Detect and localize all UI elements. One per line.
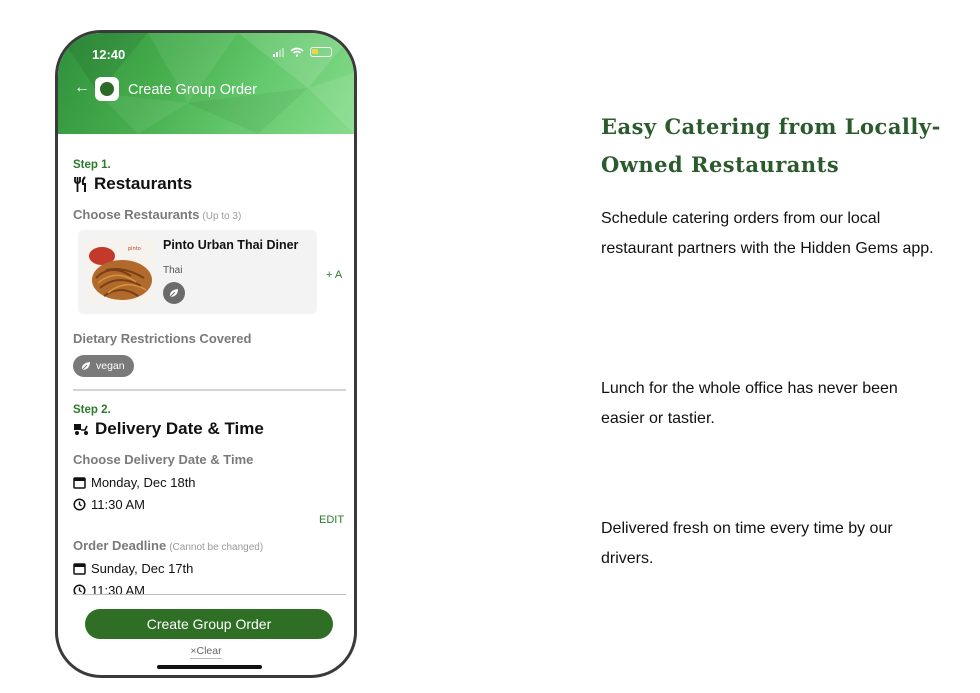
close-icon: × bbox=[190, 645, 197, 659]
section-divider bbox=[73, 389, 346, 391]
wifi-icon bbox=[290, 47, 304, 57]
battery-icon bbox=[310, 47, 332, 57]
utensils-icon bbox=[74, 175, 86, 192]
marketing-paragraph-1: Schedule catering orders from our local … bbox=[601, 210, 934, 257]
footer-divider bbox=[73, 594, 346, 595]
clear-button[interactable]: ×Clear bbox=[58, 645, 354, 659]
step2-label: Step 2. bbox=[73, 404, 111, 416]
dietary-label: Dietary Restrictions Covered bbox=[73, 331, 252, 346]
edit-delivery-button[interactable]: EDIT bbox=[319, 514, 344, 526]
delivery-date: Monday, Dec 18th bbox=[91, 475, 196, 490]
calendar-icon bbox=[73, 563, 86, 575]
choose-restaurants-hint: (Up to 3) bbox=[202, 211, 242, 222]
form-content[interactable]: Step 1. Restaurants Choose Restaurants (U… bbox=[58, 134, 354, 594]
deadline-time-row: 11:30 AM bbox=[73, 583, 145, 594]
choose-restaurants-label: Choose Restaurants (Up to 3) bbox=[73, 207, 241, 222]
choose-restaurants-text: Choose Restaurants bbox=[73, 207, 200, 222]
deadline-time: 11:30 AM bbox=[91, 583, 145, 594]
delivery-scooter-icon bbox=[74, 424, 88, 435]
delivery-date-row: Monday, Dec 18th bbox=[73, 475, 196, 490]
restaurant-cuisine: Thai bbox=[163, 265, 183, 276]
step2-heading: Delivery Date & Time bbox=[73, 419, 264, 439]
status-time: 12:40 bbox=[92, 47, 126, 62]
leaf-icon bbox=[81, 362, 90, 371]
add-restaurant-button[interactable]: + A bbox=[326, 269, 342, 281]
vegan-chip: vegan bbox=[73, 355, 134, 377]
order-deadline-hint: (Cannot be changed) bbox=[169, 542, 264, 553]
svg-text:pinto: pinto bbox=[128, 246, 141, 252]
marketing-paragraph-3: Delivered fresh on time every time by ou… bbox=[601, 520, 893, 567]
calendar-icon bbox=[73, 477, 86, 489]
restaurant-image: pinto bbox=[86, 238, 155, 306]
page-title: Create Group Order bbox=[128, 82, 257, 98]
step2-title: Delivery Date & Time bbox=[95, 419, 264, 438]
signal-icon bbox=[273, 47, 284, 57]
marketing-headline: Easy Catering from Locally-Owned Restaur… bbox=[601, 114, 941, 177]
vegan-chip-label: vegan bbox=[96, 360, 125, 372]
step1-label: Step 1. bbox=[73, 159, 111, 171]
step1-title: Restaurants bbox=[94, 174, 193, 193]
vegan-leaf-icon bbox=[163, 282, 185, 304]
back-arrow-icon[interactable]: ← bbox=[74, 79, 90, 97]
marketing-paragraph-2: Lunch for the whole office has never bee… bbox=[601, 380, 898, 427]
deadline-date: Sunday, Dec 17th bbox=[91, 561, 194, 576]
app-logo bbox=[95, 77, 119, 101]
choose-delivery-label: Choose Delivery Date & Time bbox=[73, 452, 254, 467]
phone-screen: 12:40 ← Create Group Order Step 1. Resta… bbox=[58, 33, 354, 675]
clock-icon bbox=[73, 498, 86, 511]
delivery-time-row: 11:30 AM bbox=[73, 497, 145, 512]
create-group-order-button[interactable]: Create Group Order bbox=[85, 609, 333, 639]
clear-label: Clear bbox=[196, 645, 222, 659]
deadline-date-row: Sunday, Dec 17th bbox=[73, 561, 193, 576]
restaurant-name: Pinto Urban Thai Diner bbox=[163, 238, 299, 252]
order-deadline-text: Order Deadline bbox=[73, 538, 167, 553]
delivery-time: 11:30 AM bbox=[91, 497, 145, 512]
app-header: 12:40 ← Create Group Order bbox=[58, 33, 354, 134]
status-icons bbox=[273, 47, 332, 57]
order-deadline-label: Order Deadline (Cannot be changed) bbox=[73, 538, 263, 553]
phone-mockup: 12:40 ← Create Group Order Step 1. Resta… bbox=[55, 30, 357, 678]
clock-icon bbox=[73, 584, 86, 594]
home-indicator bbox=[157, 665, 262, 669]
step1-heading: Restaurants bbox=[73, 174, 192, 194]
restaurant-card[interactable]: pinto Pinto Urban Thai Diner Thai bbox=[78, 230, 317, 314]
